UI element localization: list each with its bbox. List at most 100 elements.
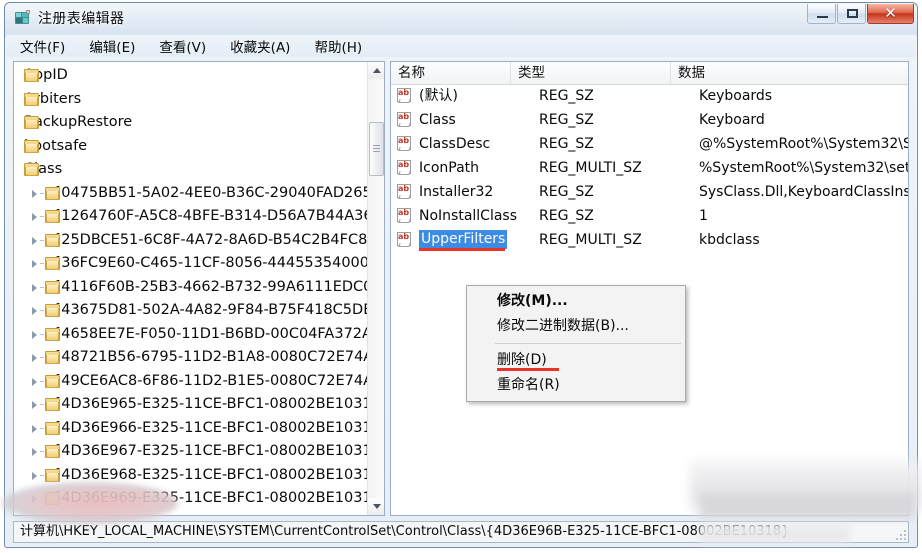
chevron-right-icon[interactable] — [32, 236, 37, 245]
table-row[interactable]: ab ClassDesc REG_SZ @%SystemRoot%\System32\… — [391, 132, 908, 156]
tree-item[interactable]: Arbiters — [14, 88, 367, 112]
string-value-icon: ab — [397, 136, 413, 151]
chevron-right-icon[interactable] — [32, 448, 37, 456]
tree-item[interactable]: {4D36E968-E325-11CE-BFC1-08002BE10318} — [14, 464, 367, 488]
close-icon: ✕ — [884, 4, 897, 22]
context-menu-delete[interactable]: 删除(D) — [467, 348, 685, 373]
chevron-right-icon[interactable] — [32, 283, 37, 292]
tree-item[interactable]: {4116F60B-25B3-4662-B732-99A6111EDC0B} — [14, 276, 367, 300]
value-type-cell: REG_SZ — [539, 184, 594, 200]
chevron-right-icon[interactable] — [32, 471, 37, 480]
tree-connector-line — [40, 263, 44, 264]
minimize-button[interactable] — [807, 4, 836, 24]
chevron-right-icon[interactable] — [32, 495, 37, 503]
column-data[interactable]: 数据 — [671, 62, 908, 84]
menu-view[interactable]: 查看(V) — [157, 35, 208, 57]
tree-item[interactable]: {1264760F-A5C8-4BFE-B314-D56A7B44A362} — [14, 205, 367, 229]
chevron-right-icon[interactable] — [32, 354, 37, 362]
context-menu[interactable]: 修改(M)... 修改二进制数据(B)... 删除(D) 重命名(R) — [466, 285, 686, 402]
close-button[interactable]: ✕ — [867, 4, 914, 24]
chevron-right-icon[interactable] — [32, 213, 37, 221]
table-row[interactable]: ab NoInstallClass REG_SZ 1 — [391, 204, 908, 228]
tree-item-label: {48721B56-6795-11D2-B1A8-0080C72E74A2} — [52, 349, 367, 365]
tree-connector-line — [40, 239, 44, 241]
context-menu-modify-binary[interactable]: 修改二进制数据(B)... — [467, 314, 685, 339]
tree-item[interactable]: {4D36E969-E325-11CE-BFC1-08002BE10318} — [14, 487, 367, 511]
tree-connector-line — [40, 474, 44, 476]
table-row[interactable]: ab Class REG_SZ Keyboard — [391, 108, 908, 132]
status-bar: 计算机\HKEY_LOCAL_MACHINE\SYSTEM\CurrentCon… — [13, 521, 909, 543]
tree-item[interactable]: {0475BB51-5A02-4EE0-B36C-29040FAD2650} — [14, 182, 367, 206]
context-menu-item-label: 修改二进制数据(B)... — [497, 318, 629, 334]
tree-item[interactable]: bootsafe — [14, 135, 367, 159]
registry-tree[interactable]: AppID Arbiters BackupRestore bootsafe Class {… — [14, 62, 367, 515]
chevron-right-icon[interactable] — [32, 401, 37, 409]
tree-item[interactable]: Class — [14, 158, 367, 182]
table-row[interactable]: ab UpperFilters REG_MULTI_SZ kbdclass — [391, 228, 908, 252]
folder-icon — [45, 210, 60, 223]
context-menu-modify[interactable]: 修改(M)... — [467, 289, 685, 314]
folder-icon — [24, 69, 39, 82]
maximize-button[interactable] — [837, 4, 866, 24]
tree-vertical-scrollbar[interactable] — [367, 62, 384, 515]
tree-item-label: {4D36E968-E325-11CE-BFC1-08002BE10318} — [52, 466, 367, 483]
tree-connector-line — [40, 380, 44, 382]
value-type-cell: REG_SZ — [539, 112, 594, 128]
chevron-right-icon[interactable] — [32, 424, 37, 433]
tree-connector-line — [40, 216, 44, 217]
value-data-cell: Keyboard — [699, 112, 765, 128]
tree-item[interactable]: {43675D81-502A-4A82-9F84-B75F418C5DEA} — [14, 299, 367, 323]
tree-item[interactable]: AppID — [14, 64, 367, 88]
menu-favorites[interactable]: 收藏夹(A) — [228, 35, 292, 57]
menu-edit[interactable]: 编辑(E) — [87, 35, 137, 57]
tree-item-label: {4116F60B-25B3-4662-B732-99A6111EDC0B} — [52, 278, 367, 295]
tree-connector-line — [40, 192, 44, 194]
window-controls: ✕ — [806, 4, 914, 24]
column-type[interactable]: 类型 — [511, 62, 671, 84]
tree-item[interactable]: {4D36E96A-E325-11CE-BFC1-08002BE10318} — [14, 511, 367, 516]
table-row[interactable]: ab Installer32 REG_SZ SysClass.Dll,Keyboard… — [391, 180, 908, 204]
folder-icon — [45, 421, 60, 435]
string-value-icon: ab — [397, 184, 413, 199]
title-bar[interactable]: 注册表编辑器 ✕ — [5, 3, 917, 35]
context-menu-rename[interactable]: 重命名(R) — [467, 373, 685, 398]
tree-item[interactable]: {4D36E965-E325-11CE-BFC1-08002BE10318} — [14, 393, 367, 417]
menu-file[interactable]: 文件(F) — [18, 35, 67, 57]
folder-icon — [45, 186, 60, 200]
value-name-cell: (默认) — [419, 88, 458, 104]
tree-item[interactable]: {4658EE7E-F050-11D1-B6BD-00C04FA372A7} — [14, 323, 367, 347]
tree-item[interactable]: {4D36E966-E325-11CE-BFC1-08002BE10318} — [14, 417, 367, 441]
context-menu-item-label: 重命名(R) — [497, 377, 560, 393]
value-type-cell: REG_MULTI_SZ — [539, 160, 642, 176]
column-name[interactable]: 名称 — [391, 62, 511, 84]
scroll-down-icon[interactable] — [368, 498, 384, 515]
table-row[interactable]: ab IconPath REG_MULTI_SZ %SystemRoot%\Syste… — [391, 156, 908, 180]
tree-item[interactable]: {48721B56-6795-11D2-B1A8-0080C72E74A2} — [14, 346, 367, 370]
context-menu-item-label: 删除(D) — [497, 352, 547, 368]
tree-item[interactable]: {36FC9E60-C465-11CF-8056-444553540000} — [14, 252, 367, 276]
value-name-cell: Installer32 — [419, 184, 494, 200]
chevron-right-icon[interactable] — [32, 260, 37, 268]
menu-help[interactable]: 帮助(H) — [312, 35, 364, 57]
value-name-cell: NoInstallClass — [419, 208, 518, 224]
registry-editor-window: 注册表编辑器 ✕ 文件(F) 编辑(E) 查看(V) 收藏夹(A) 帮助(H) … — [4, 2, 918, 548]
tree-item[interactable]: {4D36E967-E325-11CE-BFC1-08002BE10318} — [14, 440, 367, 464]
tree-item[interactable]: BackupRestore — [14, 111, 367, 135]
tree-item[interactable]: {25DBCE51-6C8F-4A72-8A6D-B54C2B4FC835} — [14, 229, 367, 253]
value-name-selected: UpperFilters — [419, 229, 508, 249]
scroll-grip-icon — [373, 145, 380, 153]
chevron-right-icon[interactable] — [32, 330, 37, 339]
tree-connector-line — [40, 357, 44, 358]
tree-scroll-thumb[interactable] — [369, 122, 384, 176]
table-row[interactable]: ab (默认) REG_SZ Keyboards — [391, 84, 908, 108]
tree-connector-line — [40, 286, 44, 288]
tree-item-label: {49CE6AC8-6F86-11D2-B1E5-0080C72E74A2} — [52, 372, 367, 389]
resize-grip-icon[interactable] — [894, 528, 906, 540]
tree-item[interactable]: {49CE6AC8-6F86-11D2-B1E5-0080C72E74A2} — [14, 370, 367, 394]
scroll-up-icon[interactable] — [368, 62, 384, 79]
folder-icon — [45, 280, 60, 294]
chevron-right-icon[interactable] — [32, 377, 37, 386]
chevron-right-icon[interactable] — [32, 189, 37, 198]
chevron-right-icon[interactable] — [32, 307, 37, 315]
tree-item-label: {0475BB51-5A02-4EE0-B36C-29040FAD2650} — [52, 184, 367, 201]
